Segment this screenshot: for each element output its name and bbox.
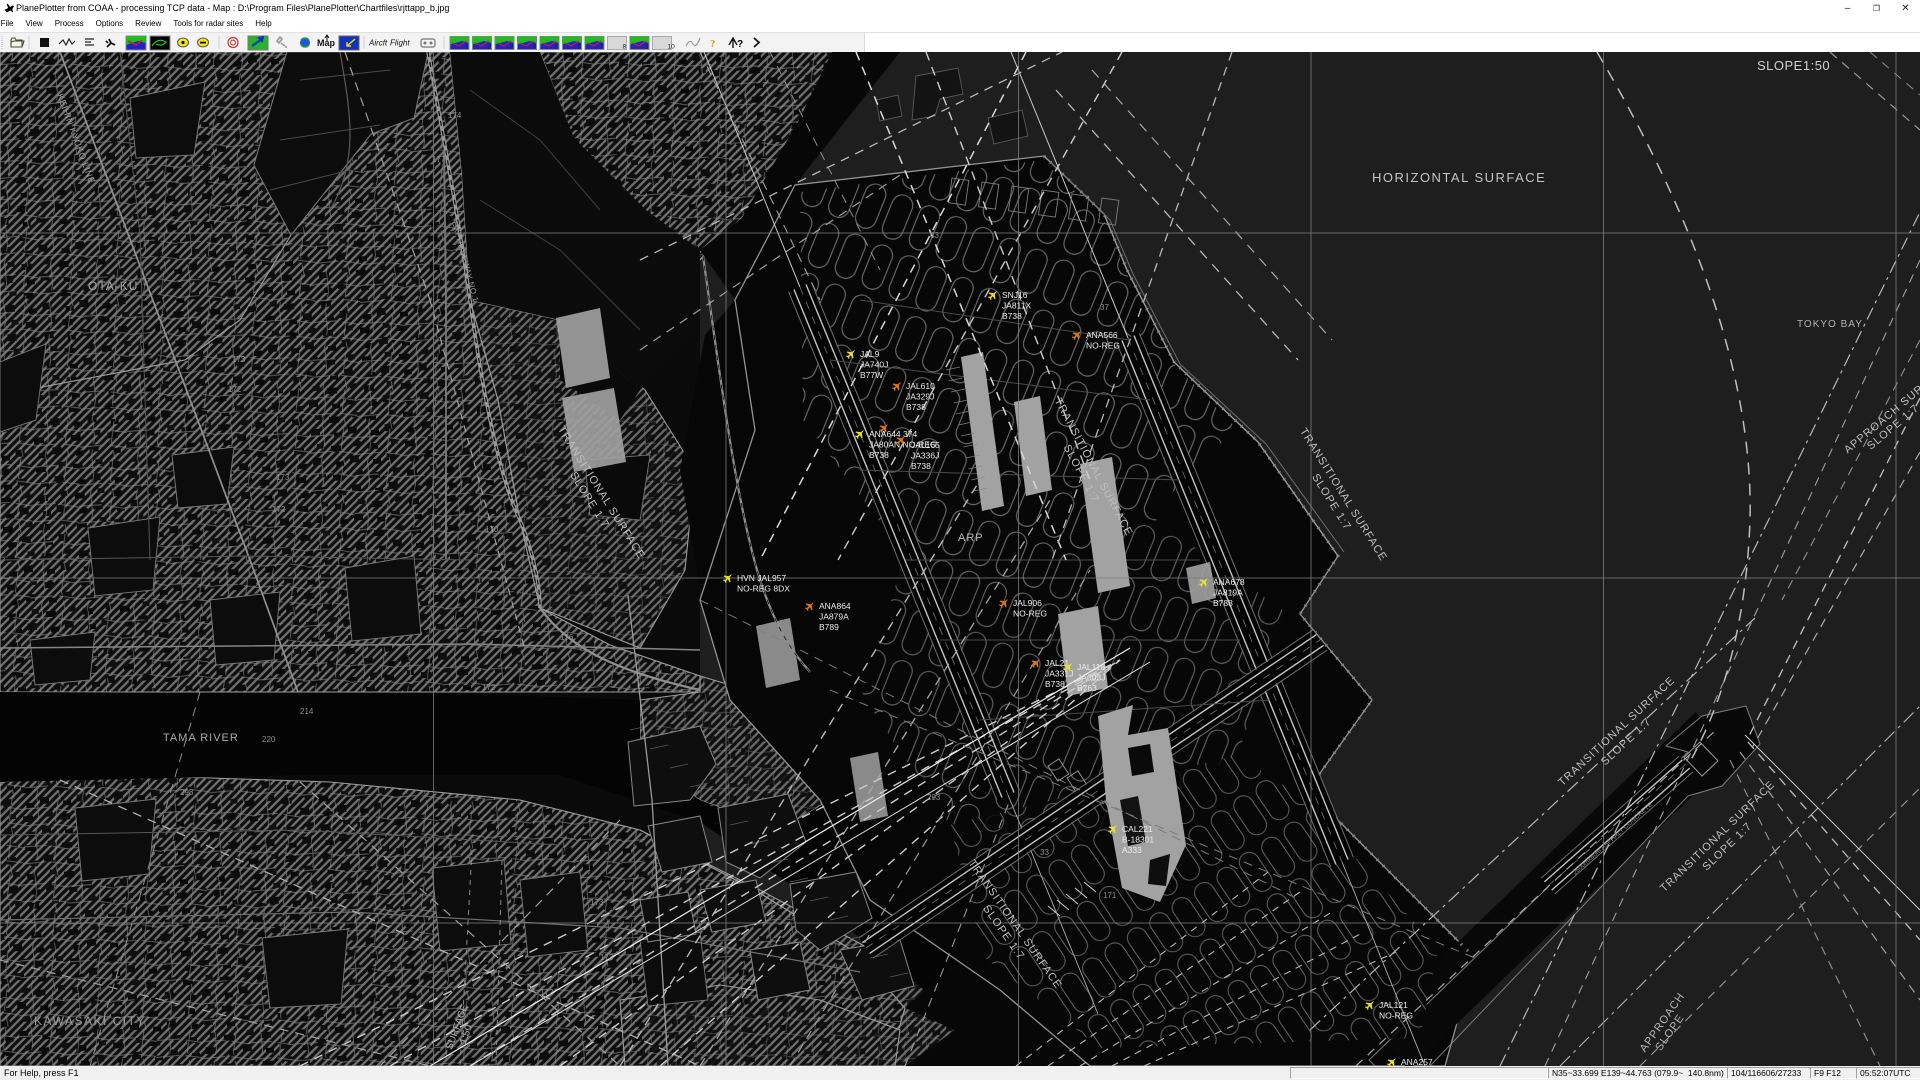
svg-text:173: 173 [276,473,290,482]
svg-text:SLOPE1:50: SLOPE1:50 [1757,58,1830,73]
svg-text:HORIZONTAL SURFACE: HORIZONTAL SURFACE [1372,170,1546,185]
svg-text:5: 5 [555,44,559,51]
svg-text:172: 172 [272,505,286,514]
svg-text:Aircft: Aircft [368,39,388,48]
svg-text:1: 1 [465,44,469,51]
svg-text:3: 3 [510,44,514,51]
svg-text:HVN JAL957NO-REG 8DX: HVN JAL957NO-REG 8DX [737,573,790,594]
svg-text:ANA566NO-REG: ANA566NO-REG [1086,330,1120,351]
svg-text:33: 33 [1040,848,1049,857]
svg-text:172: 172 [482,683,496,692]
svg-text:Map: Map [317,38,336,48]
svg-text:170: 170 [485,525,499,534]
svg-text:298: 298 [180,788,194,797]
svg-text:?: ? [710,38,716,50]
svg-text:171: 171 [1103,891,1117,900]
svg-text:177: 177 [432,155,446,164]
svg-text:8: 8 [623,44,627,51]
svg-text:7: 7 [600,44,604,51]
svg-text:ANA257: ANA257 [1401,1057,1433,1066]
svg-text:OTA-KU: OTA-KU [88,279,138,293]
svg-text:2: 2 [488,44,492,51]
svg-text:173: 173 [232,355,246,364]
svg-text:TOKYO BAY: TOKYO BAY [1797,319,1863,330]
svg-text:10: 10 [668,44,676,51]
svg-text:220: 220 [262,735,276,744]
svg-text:Flight: Flight [390,39,410,48]
svg-text:174: 174 [448,111,462,120]
svg-text:173: 173 [590,898,604,907]
svg-text:37: 37 [1100,303,1109,312]
svg-text:9: 9 [645,44,649,51]
svg-text:172: 172 [540,988,554,997]
svg-text:TAMA RIVER: TAMA RIVER [163,732,239,744]
svg-text:?: ? [737,39,743,50]
svg-text:ARP: ARP [958,532,984,544]
svg-text:173: 173 [600,953,614,962]
svg-text:172: 172 [228,385,242,394]
svg-text:176: 176 [560,633,574,642]
svg-text:214: 214 [300,707,314,716]
svg-text:KAWASAKI CITY: KAWASAKI CITY [34,1014,146,1028]
svg-text:6: 6 [578,44,582,51]
svg-text:4: 4 [533,44,537,51]
svg-text:43: 43 [930,231,939,240]
svg-text:293: 293 [927,793,941,802]
